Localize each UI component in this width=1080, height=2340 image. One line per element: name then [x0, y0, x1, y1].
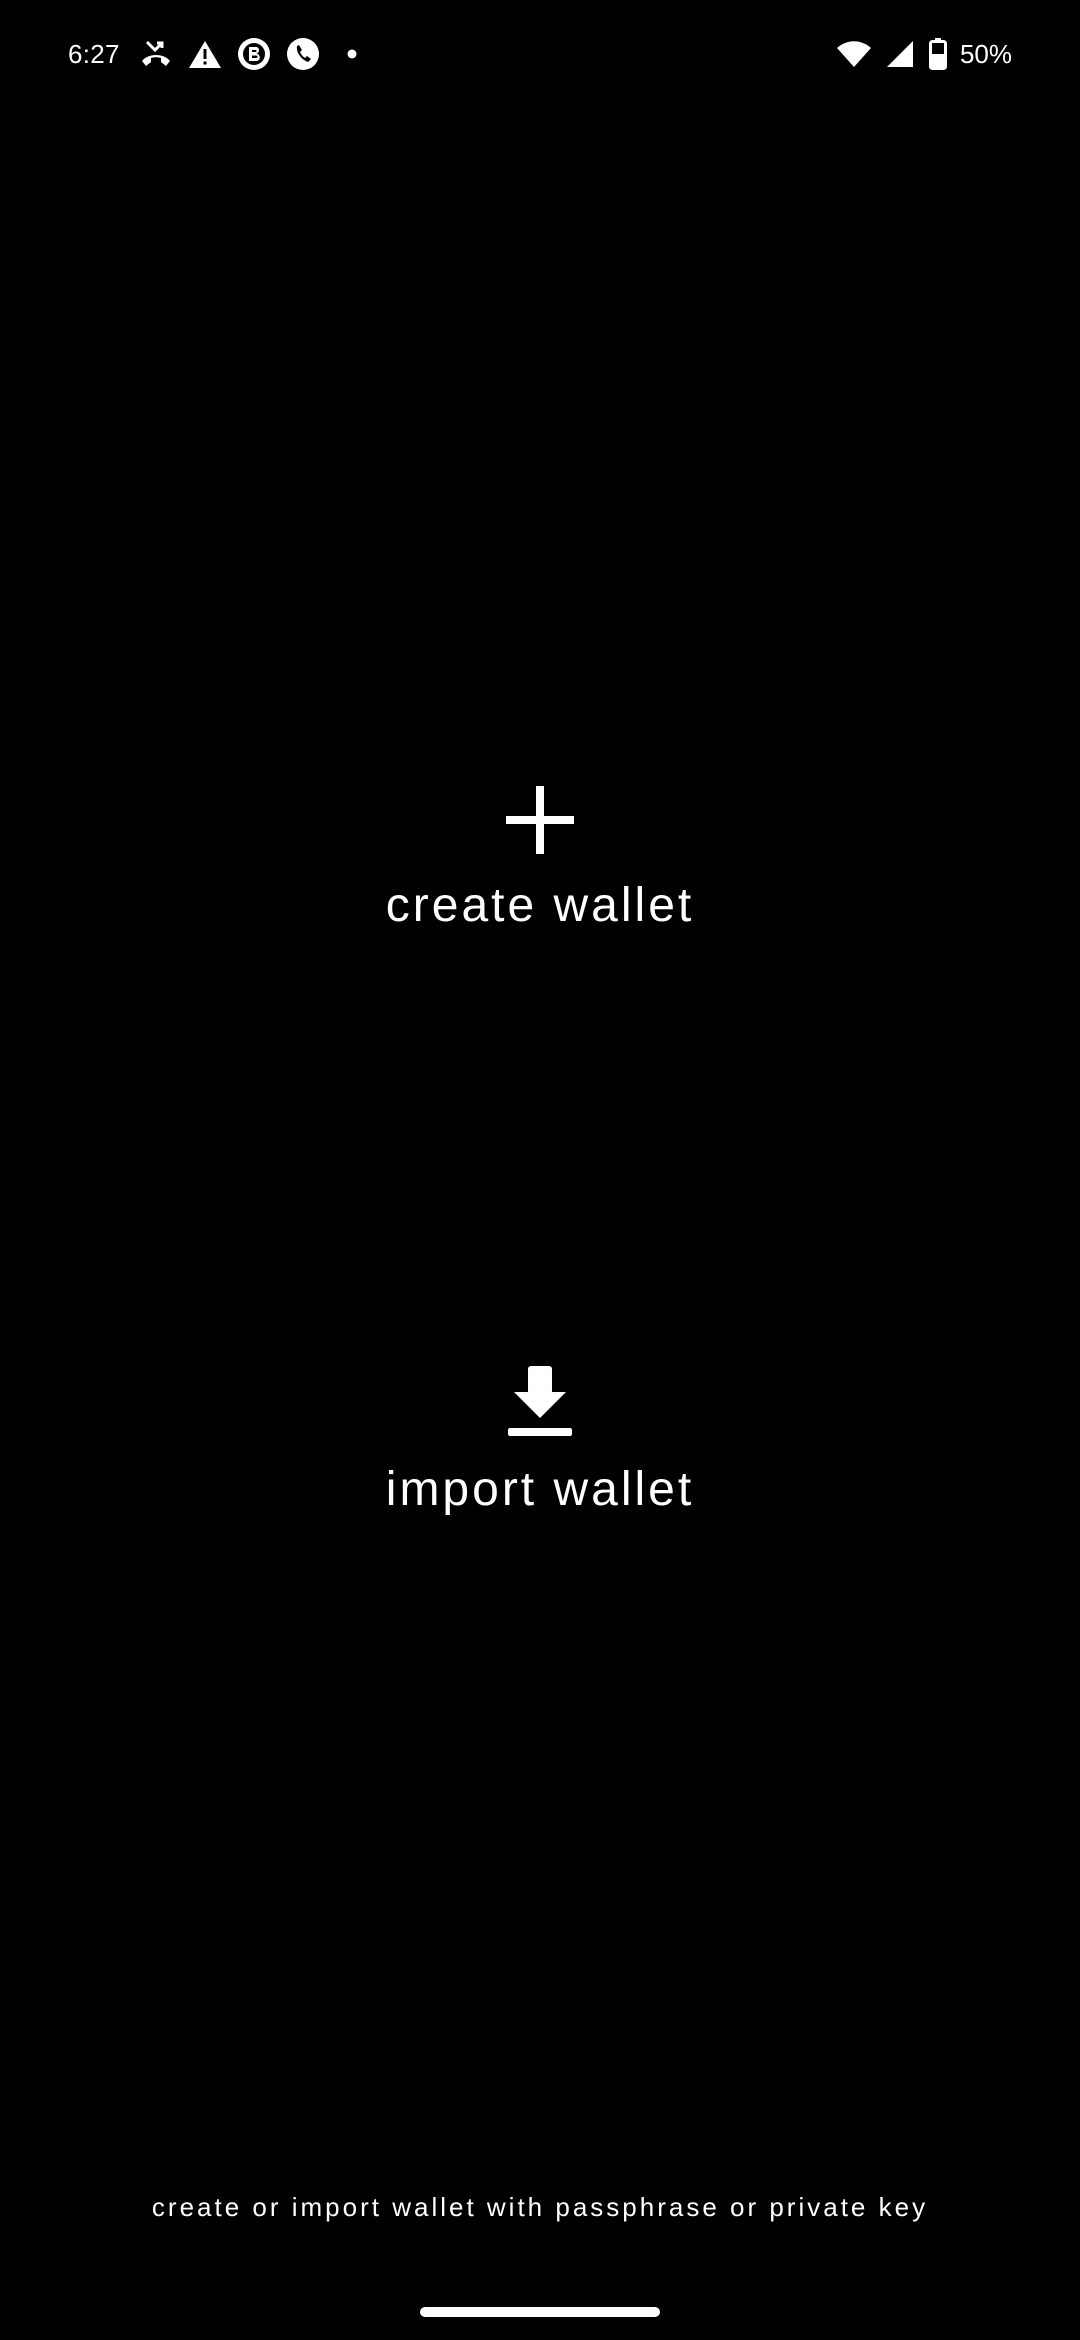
dot-icon [332, 34, 372, 74]
import-wallet-button[interactable]: import wallet [0, 1360, 1080, 1530]
warning-icon [185, 34, 225, 74]
cell-signal-icon [880, 34, 920, 74]
b-app-icon [234, 34, 274, 74]
phone-icon [283, 34, 323, 74]
status-bar: 6:27 50% [0, 0, 1080, 108]
create-wallet-label: create wallet [385, 879, 695, 932]
status-right: 50% [834, 30, 1012, 78]
hint-text: create or import wallet with passphrase … [151, 2192, 929, 2222]
battery-icon [926, 34, 950, 74]
plus-icon [506, 786, 574, 854]
import-wallet-label: import wallet [385, 1463, 695, 1516]
gesture-nav-bar[interactable] [420, 2307, 660, 2317]
download-icon [508, 1366, 572, 1436]
wifi-icon [834, 34, 874, 74]
battery-percentage: 50% [959, 38, 1012, 69]
missed-call-icon [136, 34, 176, 74]
status-left: 6:27 [68, 30, 381, 78]
create-wallet-button[interactable]: create wallet [0, 780, 1080, 950]
status-time: 6:27 [68, 38, 120, 69]
